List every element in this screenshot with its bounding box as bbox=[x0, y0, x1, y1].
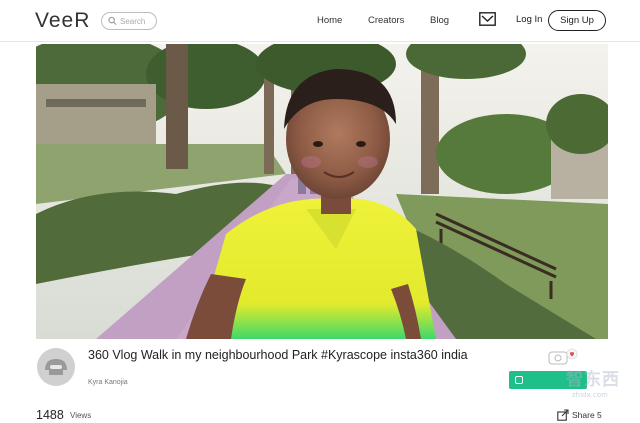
author-avatar[interactable] bbox=[37, 348, 75, 386]
veer-logo[interactable]: VeeR bbox=[35, 9, 90, 33]
nav-blog[interactable]: Blog bbox=[430, 15, 449, 26]
video-title: 360 Vlog Walk in my neighbourhood Park #… bbox=[88, 348, 468, 362]
views-count: 1488 bbox=[36, 408, 64, 422]
author-name[interactable]: Kyra Kanojia bbox=[88, 379, 128, 386]
watermark-url: zhidx.com bbox=[572, 391, 608, 399]
login-link[interactable]: Log In bbox=[516, 14, 542, 25]
top-nav-bar: VeeR Home Creators Blog Log In Sign Up bbox=[0, 0, 640, 42]
share-icon bbox=[557, 409, 569, 421]
nav-creators[interactable]: Creators bbox=[368, 15, 404, 26]
app-icon bbox=[515, 376, 523, 384]
views-label: Views bbox=[70, 411, 92, 420]
search-box[interactable] bbox=[101, 12, 157, 30]
signup-button[interactable]: Sign Up bbox=[548, 10, 606, 31]
nav-home[interactable]: Home bbox=[317, 15, 342, 26]
video-frame bbox=[36, 44, 608, 339]
search-input[interactable] bbox=[120, 16, 156, 26]
veer-avatar-icon bbox=[37, 348, 75, 386]
video-player[interactable] bbox=[36, 44, 608, 339]
share-label: Share 5 bbox=[572, 410, 602, 420]
search-icon bbox=[108, 16, 117, 25]
inbox-icon[interactable] bbox=[479, 12, 496, 26]
watermark-text: 智东西 bbox=[566, 370, 620, 390]
share-button[interactable]: Share 5 bbox=[557, 409, 602, 421]
